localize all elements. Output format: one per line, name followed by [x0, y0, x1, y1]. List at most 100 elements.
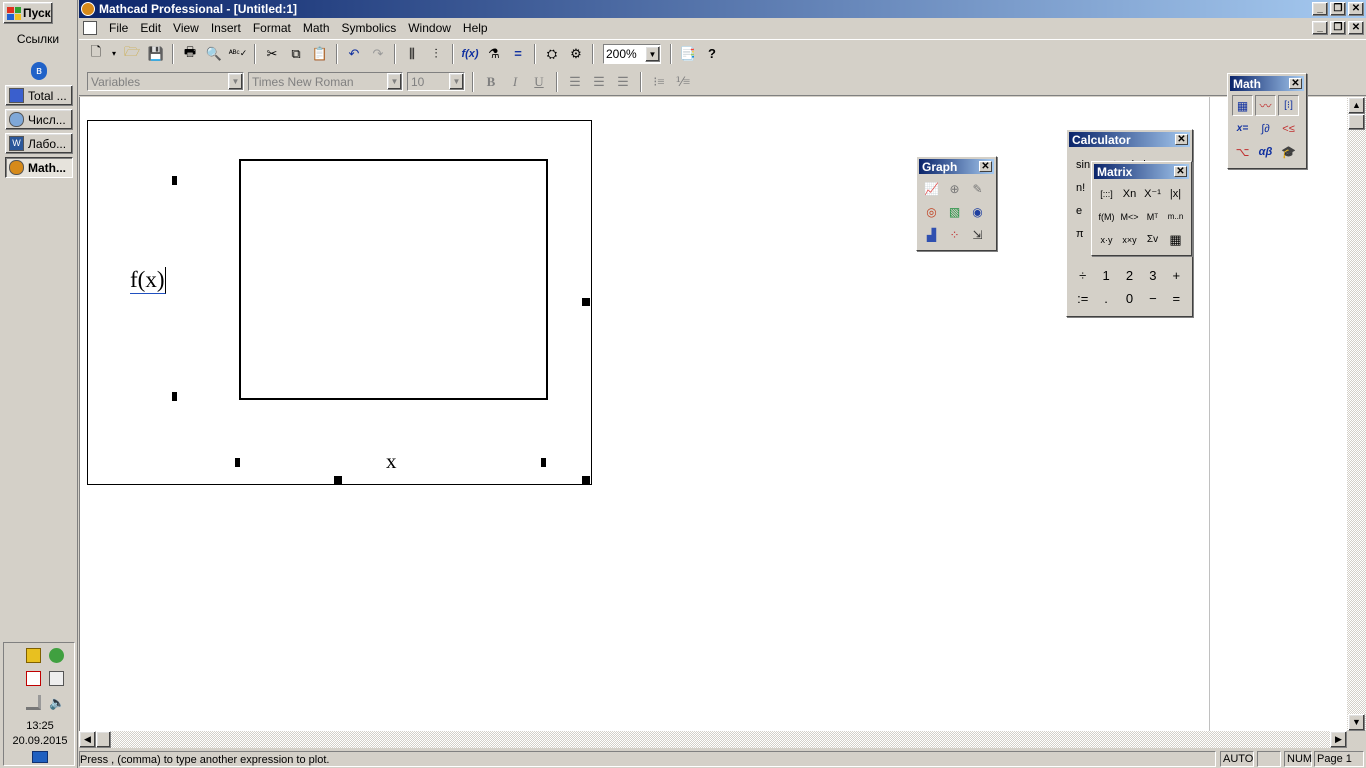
- calculator-palette-titlebar[interactable]: Calculator ✕: [1069, 132, 1190, 147]
- x-max-placeholder[interactable]: [541, 458, 546, 467]
- start-button[interactable]: Пуск: [3, 2, 53, 24]
- x-min-placeholder[interactable]: [235, 458, 240, 467]
- scroll-up-icon[interactable]: ▲: [1348, 97, 1365, 114]
- vector-field-plot-icon[interactable]: ⇲: [967, 224, 988, 245]
- redo-icon[interactable]: ↷: [367, 43, 389, 65]
- numbered-list-icon[interactable]: ⅟≡: [673, 72, 693, 92]
- scatter-plot-3d-icon[interactable]: ⁘: [944, 224, 965, 245]
- links-toolbar-label[interactable]: Ссылки: [0, 32, 76, 46]
- align-across-icon[interactable]: ⫼: [401, 43, 423, 65]
- task-word[interactable]: W Лабо...: [5, 133, 73, 154]
- zoom-plot-icon[interactable]: ⊕: [944, 178, 965, 199]
- graph-toolbar-icon[interactable]: 〰: [1255, 95, 1276, 116]
- doc-minimize-button[interactable]: _: [1312, 21, 1328, 35]
- scroll-thumb[interactable]: [1348, 114, 1365, 130]
- desktop-icon[interactable]: [32, 751, 48, 763]
- matrix-transpose-icon[interactable]: Mᵀ: [1142, 206, 1163, 227]
- calc-key-equals[interactable]: =: [1165, 287, 1188, 310]
- calc-key-decimal[interactable]: .: [1094, 287, 1117, 310]
- close-icon[interactable]: ✕: [979, 161, 992, 172]
- close-icon[interactable]: ✕: [1174, 166, 1187, 177]
- calc-key-divide[interactable]: ÷: [1071, 264, 1094, 287]
- align-down-icon[interactable]: ⫶: [425, 43, 447, 65]
- align-right-icon[interactable]: ☰: [613, 72, 633, 92]
- scroll-right-icon[interactable]: ▶: [1330, 731, 1347, 748]
- y-max-placeholder[interactable]: [172, 176, 177, 185]
- plot-area[interactable]: [239, 159, 548, 400]
- help-icon[interactable]: ?: [701, 43, 723, 65]
- align-left-icon[interactable]: ☰: [565, 72, 585, 92]
- menu-view[interactable]: View: [167, 21, 205, 35]
- cut-icon[interactable]: ✂: [261, 43, 283, 65]
- chevron-down-icon[interactable]: ▼: [645, 45, 660, 62]
- minimize-button[interactable]: _: [1312, 2, 1328, 16]
- close-button[interactable]: ✕: [1348, 2, 1364, 16]
- menu-help[interactable]: Help: [457, 21, 494, 35]
- resize-handle-right[interactable]: [582, 298, 590, 306]
- matrix-palette-titlebar[interactable]: Matrix ✕: [1094, 164, 1189, 179]
- bold-button[interactable]: B: [481, 72, 501, 92]
- close-icon[interactable]: ✕: [1289, 78, 1302, 89]
- undo-icon[interactable]: ↶: [343, 43, 365, 65]
- run-script-icon[interactable]: ⚙: [565, 43, 587, 65]
- new-dropdown-icon[interactable]: ▾: [109, 43, 119, 65]
- xy-plot-icon[interactable]: 📈: [921, 178, 942, 199]
- error-flag-icon[interactable]: [26, 671, 41, 686]
- print-icon[interactable]: 🖶: [179, 43, 201, 65]
- calculus-toolbar-icon[interactable]: ∫∂: [1255, 118, 1276, 139]
- resize-handle-corner[interactable]: [582, 476, 590, 484]
- boolean-toolbar-icon[interactable]: <≤: [1278, 118, 1299, 139]
- calc-key-0[interactable]: 0: [1118, 287, 1141, 310]
- dot-product-icon[interactable]: x·y: [1096, 229, 1117, 250]
- greek-toolbar-icon[interactable]: αβ: [1255, 141, 1276, 162]
- open-folder-icon[interactable]: 🗁: [121, 43, 143, 65]
- surface-plot-icon[interactable]: ▧: [944, 201, 965, 222]
- menu-window[interactable]: Window: [402, 21, 457, 35]
- vertical-scrollbar[interactable]: ▲ ▼: [1347, 97, 1366, 731]
- menu-insert[interactable]: Insert: [205, 21, 247, 35]
- network-ok-icon[interactable]: [49, 648, 64, 663]
- signal-bars-icon[interactable]: [26, 695, 41, 710]
- speaker-icon[interactable]: 🔈: [49, 695, 65, 710]
- range-variable-icon[interactable]: m..n: [1165, 206, 1186, 227]
- insert-component-icon[interactable]: ⛭: [541, 43, 563, 65]
- horizontal-scrollbar[interactable]: ◀ ▶: [79, 731, 1347, 748]
- new-document-icon[interactable]: 🗋: [85, 43, 107, 65]
- close-icon[interactable]: ✕: [1175, 134, 1188, 145]
- insert-unit-icon[interactable]: ⚗: [483, 43, 505, 65]
- task-mathcad[interactable]: Math...: [5, 157, 73, 178]
- picture-icon[interactable]: ▦: [1165, 229, 1186, 250]
- calculate-icon[interactable]: =: [507, 43, 529, 65]
- font-size-select[interactable]: 10 ▼: [407, 72, 465, 91]
- contour-plot-icon[interactable]: ◉: [967, 201, 988, 222]
- zoom-select[interactable]: 200% ▼: [603, 43, 661, 64]
- scroll-left-icon[interactable]: ◀: [79, 731, 96, 748]
- menu-edit[interactable]: Edit: [134, 21, 167, 35]
- chevron-down-icon[interactable]: ▼: [449, 73, 464, 90]
- matrix-toolbar-icon[interactable]: [⁝]: [1278, 95, 1299, 116]
- calculator-toolbar-icon[interactable]: ▦: [1232, 95, 1253, 116]
- menu-math[interactable]: Math: [297, 21, 336, 35]
- matrix-column-icon[interactable]: M<>: [1119, 206, 1140, 227]
- clipboard-icon[interactable]: [49, 671, 64, 686]
- matrix-subscript-icon[interactable]: Xn: [1119, 183, 1140, 204]
- document-icon[interactable]: [83, 21, 97, 35]
- matrix-inverse-icon[interactable]: X⁻¹: [1142, 183, 1163, 204]
- chevron-down-icon[interactable]: ▼: [228, 73, 243, 90]
- symbolic-toolbar-icon[interactable]: 🎓: [1278, 141, 1299, 162]
- style-select[interactable]: Variables ▼: [87, 72, 244, 91]
- calc-key-define[interactable]: :=: [1071, 287, 1094, 310]
- clock[interactable]: 13:25 20.09.2015: [4, 719, 76, 749]
- programming-toolbar-icon[interactable]: ⌥: [1232, 141, 1253, 162]
- spell-check-icon[interactable]: ᴬᴮᶜ✓: [227, 43, 249, 65]
- calc-key-1[interactable]: 1: [1094, 264, 1117, 287]
- scroll-down-icon[interactable]: ▼: [1348, 714, 1365, 731]
- graph-palette-titlebar[interactable]: Graph ✕: [919, 159, 994, 174]
- bluetooth-icon[interactable]: ʙ: [31, 62, 47, 80]
- doc-restore-button[interactable]: ❐: [1330, 21, 1346, 35]
- matrix-insert-icon[interactable]: [:::]: [1096, 183, 1117, 204]
- italic-button[interactable]: I: [505, 72, 525, 92]
- scroll-thumb[interactable]: [96, 731, 111, 748]
- bullet-list-icon[interactable]: ⁝≡: [649, 72, 669, 92]
- bar-plot-3d-icon[interactable]: ▟: [921, 224, 942, 245]
